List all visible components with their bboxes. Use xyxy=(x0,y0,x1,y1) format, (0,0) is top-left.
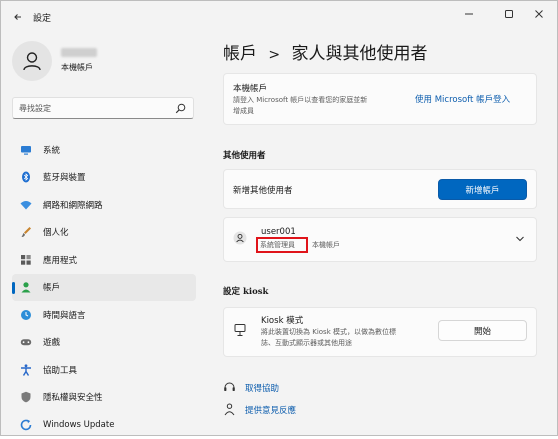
user-name: user001 xyxy=(261,227,296,237)
sidebar-item-label: 系統 xyxy=(43,145,61,156)
sidebar-item-time-language[interactable]: 時間與語言 xyxy=(12,301,196,329)
breadcrumb-current: 家人與其他使用者 xyxy=(291,44,428,64)
sidebar-item-label: 網路和網際網路 xyxy=(43,200,103,211)
sidebar-item-label: Windows Update xyxy=(43,419,115,430)
accessibility-icon xyxy=(20,364,32,376)
search-input[interactable] xyxy=(19,101,169,115)
settings-window: 設定 本機帳戶 系統 xyxy=(0,0,558,436)
sidebar-item-privacy-security[interactable]: 隱私權與安全性 xyxy=(12,384,196,412)
shield-icon xyxy=(20,391,32,403)
sidebar-item-accounts[interactable]: 帳戶 xyxy=(12,273,196,301)
page-title: 帳戶 > 家人與其他使用者 xyxy=(223,39,428,64)
local-account-title: 本機帳戶 xyxy=(233,84,268,94)
close-icon xyxy=(535,10,543,18)
get-help-link[interactable]: 取得協助 xyxy=(245,382,279,394)
kiosk-icon xyxy=(234,324,246,336)
sidebar-item-label: 個人化 xyxy=(43,228,69,239)
sidebar-item-system[interactable]: 系統 xyxy=(12,136,196,164)
kiosk-start-button[interactable]: 開始 xyxy=(438,320,527,341)
sidebar-item-windows-update[interactable]: Windows Update xyxy=(12,411,196,439)
sidebar-item-label: 隱私權與安全性 xyxy=(43,393,103,404)
user-avatar-icon xyxy=(23,52,41,71)
minimize-button[interactable] xyxy=(449,1,489,27)
help-icon xyxy=(224,382,235,391)
kiosk-desc-line1: 將此裝置切換為 Kiosk 模式，以做為數位標 xyxy=(261,328,396,336)
other-users-heading: 其他使用者 xyxy=(223,151,266,161)
sidebar-item-bluetooth[interactable]: 藍牙與裝置 xyxy=(12,164,196,192)
update-icon xyxy=(20,419,32,431)
highlight-box xyxy=(256,237,308,253)
active-indicator xyxy=(12,281,15,294)
brush-icon xyxy=(20,226,32,238)
breadcrumb-separator: > xyxy=(268,47,281,63)
microsoft-signin-link[interactable]: 使用 Microsoft 帳戶登入 xyxy=(415,93,510,105)
avatar[interactable] xyxy=(12,41,52,81)
user-name-redacted xyxy=(61,48,97,57)
feedback-icon xyxy=(224,403,235,416)
feedback-link[interactable]: 提供意見反應 xyxy=(245,404,296,416)
apps-icon xyxy=(20,254,32,266)
sidebar-item-personalization[interactable]: 個人化 xyxy=(12,219,196,247)
search-icon[interactable] xyxy=(175,103,186,114)
globe-clock-icon xyxy=(20,309,32,321)
sidebar-item-label: 協助工具 xyxy=(43,365,78,376)
local-account-desc-line2: 增成員 xyxy=(233,107,254,115)
close-button[interactable] xyxy=(519,1,558,27)
bluetooth-icon xyxy=(20,171,32,183)
user-type: 本機帳戶 xyxy=(312,241,340,249)
app-title: 設定 xyxy=(33,14,52,24)
search-box[interactable] xyxy=(12,97,194,119)
person-icon xyxy=(20,281,32,293)
account-type-label: 本機帳戶 xyxy=(61,63,93,72)
sidebar-item-label: 應用程式 xyxy=(43,255,78,266)
add-other-user-label: 新增其他使用者 xyxy=(233,186,293,196)
kiosk-title: Kiosk 模式 xyxy=(261,316,304,326)
local-account-desc-line1: 請登入 Microsoft 帳戶以查看您的家庭並新 xyxy=(233,96,368,104)
sidebar-item-apps[interactable]: 應用程式 xyxy=(12,246,196,274)
kiosk-heading: 設定 kiosk xyxy=(223,287,269,297)
sidebar-item-label: 藍牙與裝置 xyxy=(43,173,86,184)
sidebar-item-gaming[interactable]: 遊戲 xyxy=(12,329,196,357)
chevron-down-icon[interactable] xyxy=(515,235,525,243)
sidebar-nav: 系統 藍牙與裝置 網路和網際網路 個人化 應用程式 帳戶 時間與語言 遊戲 協助… xyxy=(12,136,196,439)
sidebar-item-label: 帳戶 xyxy=(43,283,61,294)
sidebar-item-label: 遊戲 xyxy=(43,338,61,349)
sidebar-item-label: 時間與語言 xyxy=(43,310,86,321)
gamepad-icon xyxy=(20,336,32,348)
add-account-button[interactable]: 新增帳戶 xyxy=(438,179,527,200)
kiosk-desc-line2: 誌、互動式顯示器或其他用途 xyxy=(261,339,352,347)
breadcrumb-parent[interactable]: 帳戶 xyxy=(223,44,257,64)
minimize-icon xyxy=(465,13,473,15)
maximize-icon xyxy=(505,10,513,18)
wifi-icon xyxy=(20,199,32,211)
sidebar-item-accessibility[interactable]: 協助工具 xyxy=(12,356,196,384)
back-arrow-icon[interactable] xyxy=(13,12,23,22)
sidebar-item-network[interactable]: 網路和網際網路 xyxy=(12,191,196,219)
title-bar: 設定 xyxy=(1,1,557,31)
monitor-icon xyxy=(20,144,32,156)
user-icon xyxy=(233,231,247,245)
